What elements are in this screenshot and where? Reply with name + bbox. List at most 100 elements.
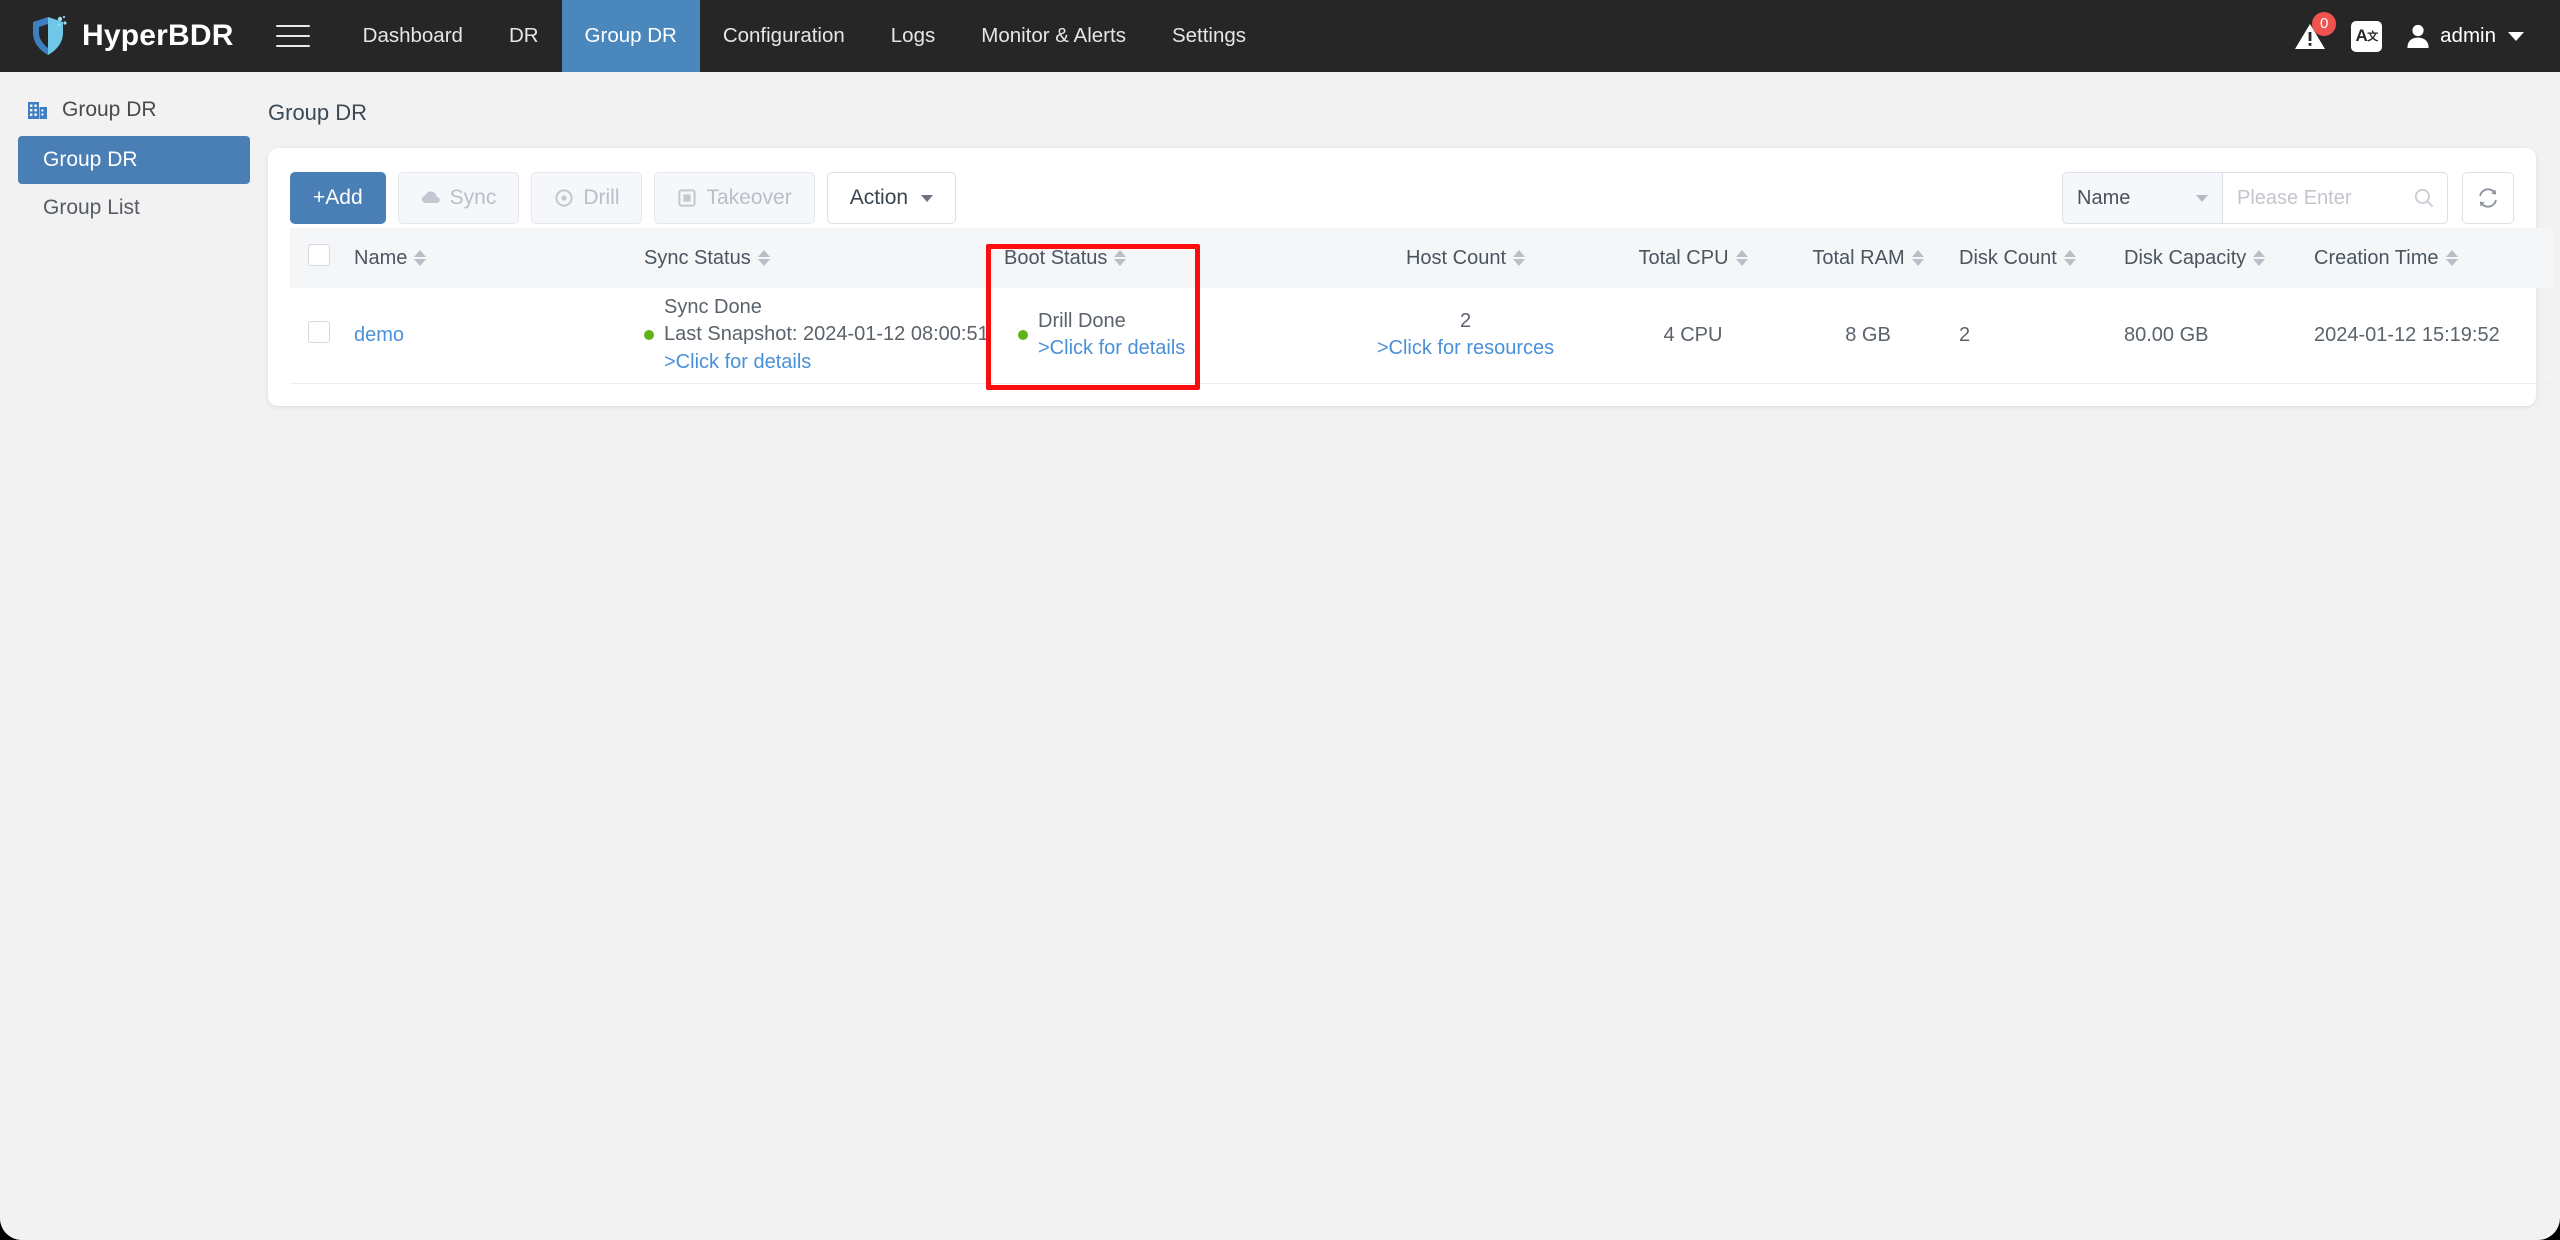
user-avatar-icon bbox=[2407, 24, 2429, 48]
cell-disk-capacity: 80.00 GB bbox=[2118, 288, 2308, 384]
host-resources-link[interactable]: >Click for resources bbox=[1334, 335, 1597, 363]
search-input[interactable] bbox=[2237, 186, 2413, 210]
search-group: Name bbox=[2062, 172, 2514, 224]
takeover-button[interactable]: Takeover bbox=[654, 172, 815, 224]
nav-item-group-dr[interactable]: Group DR bbox=[561, 0, 700, 72]
nav-item-logs[interactable]: Logs bbox=[868, 0, 958, 72]
nav-item-dr[interactable]: DR bbox=[486, 0, 562, 72]
column-label: Disk Capacity bbox=[2124, 246, 2247, 269]
nav-item-dashboard[interactable]: Dashboard bbox=[340, 0, 486, 72]
sort-icon[interactable] bbox=[1911, 250, 1924, 266]
drill-icon bbox=[555, 189, 573, 207]
nav-item-settings[interactable]: Settings bbox=[1149, 0, 1269, 72]
filter-field-select[interactable]: Name bbox=[2062, 172, 2222, 224]
cell-disk-count: 2 bbox=[1953, 288, 2118, 384]
sort-icon[interactable] bbox=[2253, 250, 2266, 266]
lang-sup: 文 bbox=[2367, 31, 2378, 43]
column-label: Creation Time bbox=[2314, 246, 2439, 269]
browser-window: HyperBDR Dashboard DR Group DR Configura… bbox=[0, 0, 2560, 1240]
nav-label: Group DR bbox=[584, 24, 677, 47]
sort-icon[interactable] bbox=[757, 250, 770, 266]
column-label: Name bbox=[354, 246, 408, 269]
row-name-link[interactable]: demo bbox=[354, 324, 404, 346]
hamburger-menu-icon[interactable] bbox=[275, 21, 310, 51]
top-navigation-bar: HyperBDR Dashboard DR Group DR Configura… bbox=[0, 0, 2560, 72]
status-dot-ok bbox=[1018, 330, 1028, 341]
drill-button[interactable]: Drill bbox=[531, 172, 643, 224]
sort-icon[interactable] bbox=[2063, 250, 2076, 266]
sort-icon[interactable] bbox=[1114, 250, 1127, 266]
sidebar-item-group-list[interactable]: Group List bbox=[18, 184, 250, 232]
row-select-cell bbox=[290, 288, 348, 384]
sync-status-detail: Last Snapshot: 2024-01-12 08:00:51 bbox=[664, 323, 989, 346]
sidebar-item-group-dr[interactable]: Group DR bbox=[18, 136, 250, 184]
sync-button-label: Sync bbox=[449, 186, 497, 209]
cell-total-cpu: 4 CPU bbox=[1603, 288, 1783, 384]
cell-creation-time: 2024-01-12 15:19:52 bbox=[2308, 288, 2553, 384]
action-button-label: Action bbox=[849, 186, 909, 209]
nav-label: Logs bbox=[890, 24, 936, 47]
select-all-header bbox=[290, 228, 348, 288]
column-label: Disk Count bbox=[1959, 246, 2057, 269]
page-title: Group DR bbox=[268, 100, 368, 125]
table-row[interactable]: demo Sync Done Last Snapshot: 2024-01-12… bbox=[290, 288, 2553, 384]
sidebar-header: Group DR bbox=[18, 94, 250, 122]
select-all-checkbox[interactable] bbox=[308, 244, 330, 266]
column-label: Total RAM bbox=[1812, 246, 1905, 269]
boot-status-details-link[interactable]: >Click for details bbox=[1038, 335, 1185, 363]
action-dropdown-button[interactable]: Action bbox=[826, 172, 957, 224]
nav-label: Dashboard bbox=[362, 24, 463, 47]
alerts-button[interactable]: 0 bbox=[2293, 12, 2337, 53]
table-body: demo Sync Done Last Snapshot: 2024-01-12… bbox=[290, 288, 2553, 384]
brand-logo[interactable]: HyperBDR bbox=[30, 15, 234, 57]
column-header-host-count[interactable]: Host Count bbox=[1328, 228, 1603, 288]
nav-label: Settings bbox=[1171, 24, 1247, 47]
group-dr-card: +Add Sync Drill Takeover Action Name Ple… bbox=[268, 148, 2553, 406]
row-checkbox[interactable] bbox=[308, 321, 330, 344]
page-body: Group DR Group DR Group List Group DR +A… bbox=[0, 72, 2560, 1240]
column-label: Sync Status bbox=[644, 246, 751, 269]
sort-icon[interactable] bbox=[1735, 250, 1748, 266]
user-name: admin bbox=[2440, 24, 2496, 47]
add-button[interactable]: +Add bbox=[290, 172, 386, 224]
column-label: Boot Status bbox=[1004, 246, 1108, 269]
language-switch-icon[interactable]: A文 bbox=[2351, 20, 2383, 52]
column-label: Host Count bbox=[1405, 246, 1507, 269]
cell-total-ram: 8 GB bbox=[1783, 288, 1953, 384]
column-header-total-ram[interactable]: Total RAM bbox=[1783, 228, 1953, 288]
sort-icon[interactable] bbox=[1513, 250, 1526, 266]
user-menu[interactable]: admin bbox=[2406, 23, 2524, 49]
cell-sync-status: Sync Done Last Snapshot: 2024-01-12 08:0… bbox=[638, 288, 998, 384]
building-icon bbox=[28, 102, 47, 119]
nav-item-configuration[interactable]: Configuration bbox=[700, 0, 868, 72]
nav-label: Monitor & Alerts bbox=[981, 24, 1126, 47]
column-header-disk-capacity[interactable]: Disk Capacity bbox=[2118, 228, 2308, 288]
sort-icon[interactable] bbox=[2445, 250, 2458, 266]
sidebar-item-label: Group DR bbox=[43, 148, 138, 171]
refresh-button[interactable] bbox=[2462, 172, 2514, 224]
lang-letter: A bbox=[2355, 26, 2368, 45]
add-button-label: +Add bbox=[313, 186, 363, 209]
column-header-sync-status[interactable]: Sync Status bbox=[638, 228, 998, 288]
nav-item-monitor-alerts[interactable]: Monitor & Alerts bbox=[958, 0, 1149, 72]
column-header-total-cpu[interactable]: Total CPU bbox=[1603, 228, 1783, 288]
table-header-row: Name Sync Status Boot Status Host Count … bbox=[290, 228, 2553, 288]
column-label: Total CPU bbox=[1638, 246, 1729, 269]
status-dot-ok bbox=[644, 330, 654, 341]
table-header: Name Sync Status Boot Status Host Count … bbox=[290, 228, 2553, 288]
column-header-disk-count[interactable]: Disk Count bbox=[1953, 228, 2118, 288]
cloud-sync-icon bbox=[421, 191, 440, 203]
cell-name: demo bbox=[348, 288, 638, 384]
main-content: Group DR +Add Sync Drill Takeover Action… bbox=[268, 72, 2560, 1240]
search-box bbox=[2222, 172, 2448, 224]
alert-count-badge: 0 bbox=[2312, 12, 2337, 36]
takeover-button-label: Takeover bbox=[706, 186, 792, 209]
sort-icon[interactable] bbox=[414, 250, 427, 266]
column-header-name[interactable]: Name bbox=[348, 228, 638, 288]
refresh-icon bbox=[2479, 188, 2497, 208]
sync-status-details-link[interactable]: >Click for details bbox=[664, 349, 989, 377]
column-header-boot-status[interactable]: Boot Status bbox=[998, 228, 1328, 288]
sync-button[interactable]: Sync bbox=[397, 172, 520, 224]
nav-label: Configuration bbox=[722, 24, 845, 47]
column-header-creation-time[interactable]: Creation Time bbox=[2308, 228, 2553, 288]
